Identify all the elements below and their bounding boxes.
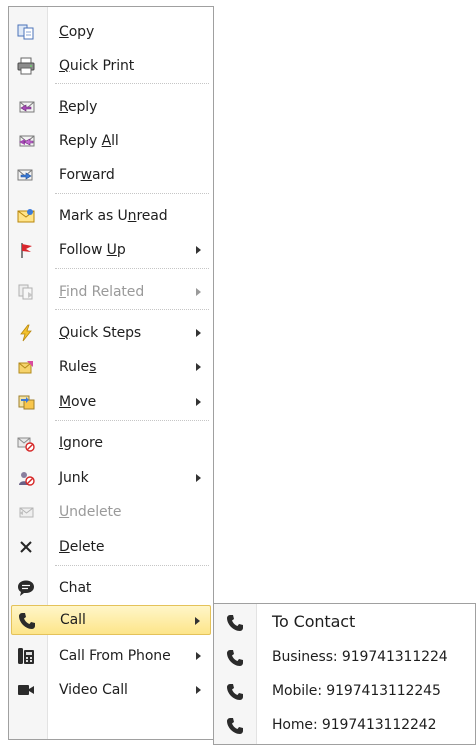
- flag-icon: [21, 243, 32, 258]
- rules-icon: [18, 361, 33, 374]
- phone-icon: [19, 613, 35, 629]
- submenu-arrow-icon: [196, 474, 201, 482]
- forward-icon: [17, 169, 33, 181]
- phone-icon: [227, 718, 243, 734]
- submenu-item-label: To Contact: [272, 612, 356, 631]
- menu-item-label: Reply All: [59, 133, 119, 149]
- junk-icon: [19, 472, 35, 486]
- phone-icon: [227, 684, 243, 700]
- menu-item-label: Copy: [59, 24, 95, 40]
- delete-x-icon: [20, 541, 32, 553]
- submenu-item-label: Business: 919741311224: [272, 649, 448, 665]
- reply-icon: [19, 101, 35, 113]
- phone-icon: [227, 615, 243, 631]
- menu-item-label: Video Call: [59, 682, 128, 698]
- submenu-item-mobile[interactable]: Mobile: 9197413112245: [216, 676, 473, 708]
- submenu-arrow-icon: [196, 686, 201, 694]
- menu-item-ignore[interactable]: Ignore: [11, 428, 211, 458]
- menu-item-label: Call From Phone: [59, 648, 171, 664]
- menu-separator: [55, 268, 209, 269]
- menu-item-quick-print[interactable]: Quick Print: [11, 51, 211, 81]
- menu-item-copy[interactable]: Copy: [11, 17, 211, 47]
- undelete-icon: [19, 507, 34, 518]
- submenu-item-to-contact[interactable]: To Contact: [216, 607, 473, 639]
- submenu-arrow-icon: [196, 652, 201, 660]
- menu-item-label: Undelete: [59, 504, 122, 520]
- submenu-arrow-icon: [196, 398, 201, 406]
- menu-item-delete[interactable]: Delete: [11, 532, 211, 562]
- menu-separator: [55, 420, 209, 421]
- submenu-item-business[interactable]: Business: 919741311224: [216, 642, 473, 674]
- menu-item-call[interactable]: Call: [11, 605, 211, 635]
- move-folder-icon: [18, 395, 35, 410]
- menu-item-forward[interactable]: Forward: [11, 160, 211, 190]
- reply-all-icon: [19, 135, 35, 147]
- video-camera-icon: [18, 685, 34, 695]
- menu-item-label: Delete: [59, 539, 105, 555]
- menu-item-undelete[interactable]: Undelete: [11, 497, 211, 527]
- menu-item-label: Find Related: [59, 284, 145, 300]
- submenu-arrow-icon: [196, 329, 201, 337]
- call-submenu: To Contact Business: 919741311224 Mobile…: [213, 603, 476, 745]
- submenu-arrow-icon: [195, 617, 200, 625]
- menu-item-label: Rules: [59, 359, 97, 375]
- desk-phone-icon: [18, 648, 34, 664]
- context-menu: Copy Quick Print Reply Reply All Forward…: [8, 6, 214, 740]
- menu-item-follow-up[interactable]: Follow Up: [11, 235, 211, 265]
- phone-icon: [227, 650, 243, 666]
- menu-item-call-from-phone[interactable]: Call From Phone: [11, 641, 211, 671]
- menu-item-mark-as-unread[interactable]: Mark as Unread: [11, 201, 211, 231]
- submenu-arrow-icon: [196, 363, 201, 371]
- menu-item-label: Mark as Unread: [59, 208, 168, 224]
- menu-separator: [55, 83, 209, 84]
- submenu-arrow-icon: [196, 288, 201, 296]
- menu-item-label: Move: [59, 394, 97, 410]
- menu-item-reply-all[interactable]: Reply All: [11, 126, 211, 156]
- menu-item-video-call[interactable]: Video Call: [11, 675, 211, 705]
- menu-item-find-related[interactable]: Find Related: [11, 277, 211, 307]
- chat-bubble-icon: [18, 580, 34, 596]
- menu-item-junk[interactable]: Junk: [11, 463, 211, 493]
- submenu-item-label: Mobile: 9197413112245: [272, 683, 441, 699]
- copy-icon: [17, 24, 34, 40]
- submenu-item-home[interactable]: Home: 9197413112242: [216, 710, 473, 742]
- menu-item-quick-steps[interactable]: Quick Steps: [11, 318, 211, 348]
- find-related-icon: [18, 284, 33, 300]
- menu-item-label: Quick Steps: [59, 325, 142, 341]
- menu-separator: [55, 565, 209, 566]
- envelope-unread-icon: [17, 209, 35, 223]
- lightning-icon: [20, 324, 32, 342]
- menu-item-label: Reply: [59, 99, 98, 115]
- menu-separator: [55, 309, 209, 310]
- menu-separator: [55, 193, 209, 194]
- menu-item-label: Junk: [59, 470, 89, 486]
- menu-item-reply[interactable]: Reply: [11, 92, 211, 122]
- menu-item-move[interactable]: Move: [11, 387, 211, 417]
- menu-item-rules[interactable]: Rules: [11, 352, 211, 382]
- menu-item-label: Call: [60, 612, 86, 628]
- menu-item-label: Quick Print: [59, 58, 135, 74]
- submenu-arrow-icon: [196, 246, 201, 254]
- menu-item-label: Follow Up: [59, 242, 126, 258]
- menu-item-label: Forward: [59, 167, 115, 183]
- menu-item-label: Ignore: [59, 435, 103, 451]
- printer-icon: [17, 57, 35, 75]
- ignore-icon: [17, 437, 35, 452]
- menu-item-chat[interactable]: Chat: [11, 573, 211, 603]
- submenu-item-label: Home: 9197413112242: [272, 717, 437, 733]
- screen: Copy Quick Print Reply Reply All Forward…: [0, 0, 476, 748]
- menu-item-label: Chat: [59, 580, 92, 596]
